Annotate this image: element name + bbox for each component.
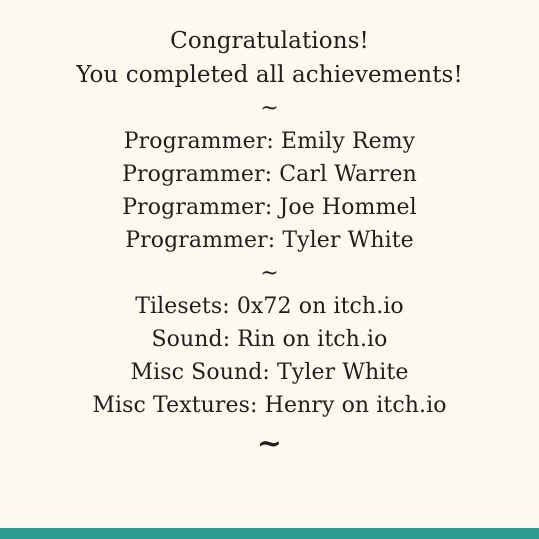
credit-programmer-2: Programmer: Carl Warren bbox=[122, 162, 417, 187]
separator-tilde-2: ~ bbox=[260, 261, 279, 286]
credit-programmer-1: Programmer: Emily Remy bbox=[123, 129, 416, 154]
congratulations-heading: Congratulations! bbox=[170, 28, 369, 54]
credit-programmer-4: Programmer: Tyler White bbox=[125, 228, 414, 253]
accent-bottom-bar bbox=[0, 528, 539, 539]
credit-sound: Sound: Rin on itch.io bbox=[151, 327, 388, 352]
separator-tilde-1: ~ bbox=[260, 96, 279, 121]
separator-tilde-3: ~ bbox=[256, 426, 283, 461]
achievements-completed-text: You completed all achievements! bbox=[76, 62, 463, 88]
credits-block: Congratulations! You completed all achie… bbox=[0, 24, 539, 466]
credits-screen: Congratulations! You completed all achie… bbox=[0, 0, 539, 539]
credit-misc-textures: Misc Textures: Henry on itch.io bbox=[92, 393, 447, 418]
credit-tilesets: Tilesets: 0x72 on itch.io bbox=[135, 294, 404, 319]
credit-misc-sound: Misc Sound: Tyler White bbox=[130, 360, 409, 385]
credit-programmer-3: Programmer: Joe Hommel bbox=[122, 195, 417, 220]
